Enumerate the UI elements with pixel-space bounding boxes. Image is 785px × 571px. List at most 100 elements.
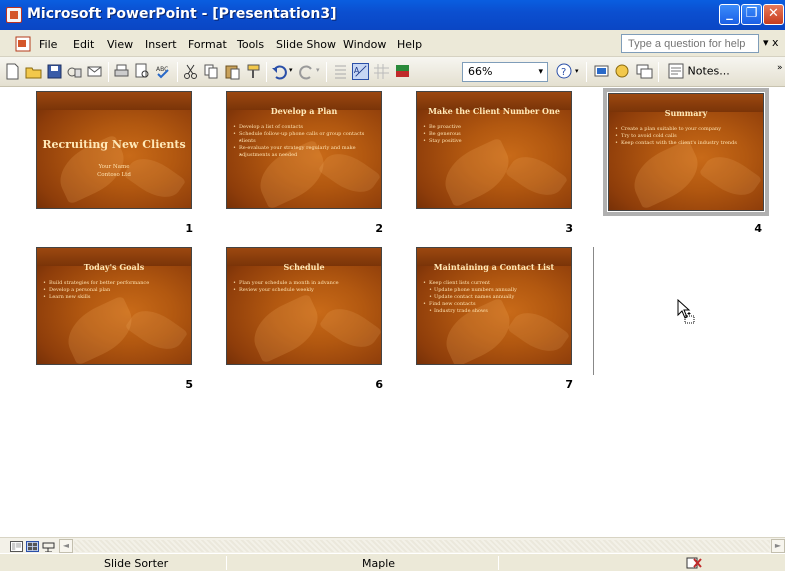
maximize-button[interactable]: ❐ — [741, 4, 762, 25]
slide-thumbnail[interactable]: Recruiting New Clients Your Name Contoso… — [36, 91, 192, 209]
menu-edit[interactable]: Edit — [73, 38, 94, 51]
slide-thumbnail[interactable]: Develop a Plan Develop a list of contact… — [226, 91, 382, 209]
color-grayscale-icon[interactable] — [394, 63, 411, 80]
horizontal-scrollbar[interactable]: ◄ ► — [0, 537, 785, 553]
slide-thumbnail[interactable]: Make the Client Number One Be proactive … — [416, 91, 572, 209]
slide-subtitle: Contoso Ltd — [97, 172, 131, 178]
bullet: Be generous — [423, 131, 567, 138]
menu-view[interactable]: View — [107, 38, 133, 51]
undo-icon[interactable] — [271, 63, 288, 80]
menu-bar: File Edit View Insert Format Tools Slide… — [0, 30, 785, 57]
slide-title: Make the Client Number One — [428, 106, 560, 116]
copy-icon[interactable] — [203, 63, 220, 80]
slide-bullets: Be proactive Be generous Stay positive — [423, 124, 567, 145]
bullet: Develop a personal plan — [43, 287, 187, 294]
email-icon[interactable] — [86, 63, 103, 80]
slide-bullets: Keep client lists current Update phone n… — [423, 280, 567, 315]
spelling-icon[interactable]: ABC — [155, 63, 172, 80]
slide-thumbnail[interactable]: Maintaining a Contact List Keep client l… — [416, 247, 572, 365]
menu-help[interactable]: Help — [397, 38, 422, 51]
menu-file[interactable]: File — [39, 38, 57, 51]
open-icon[interactable] — [25, 63, 42, 80]
slide-bullets: Create a plan suitable to your company T… — [615, 126, 759, 147]
paste-icon[interactable] — [224, 63, 241, 80]
bullet: Keep contact with the client's industry … — [615, 140, 759, 147]
scroll-left-button[interactable]: ◄ — [59, 539, 73, 553]
slide-bullets: Plan your schedule a month in advance Re… — [233, 280, 377, 294]
slide-sorter-view-icon[interactable] — [26, 541, 39, 552]
scroll-track[interactable] — [74, 540, 770, 552]
status-design: Maple — [362, 557, 396, 570]
bullet: Review your schedule weekly — [233, 287, 377, 294]
powerpoint-app-icon[interactable] — [6, 7, 22, 23]
new-icon[interactable] — [4, 63, 21, 80]
slide-title: Summary — [664, 108, 708, 118]
print-preview-icon[interactable] — [134, 63, 151, 80]
scroll-right-button[interactable]: ► — [771, 539, 785, 553]
status-view: Slide Sorter — [104, 557, 169, 570]
slide-bullets: Develop a list of contacts Schedule foll… — [233, 124, 377, 159]
close-button[interactable]: ✕ — [763, 4, 784, 25]
help-dropdown-icon[interactable]: ▾ — [575, 67, 592, 84]
bullet: Plan your schedule a month in advance — [233, 280, 377, 287]
slide-thumbnail[interactable]: Today's Goals Build strategies for bette… — [36, 247, 192, 365]
slide-design-icon[interactable] — [614, 63, 631, 80]
bullet: Update phone numbers annually — [423, 287, 567, 294]
slide-number: 4 — [754, 222, 762, 235]
bullet: Create a plan suitable to your company — [615, 126, 759, 133]
minimize-button[interactable]: _ — [719, 4, 740, 25]
bullet: Update contact names annually — [423, 294, 567, 301]
slide-title: Maintaining a Contact List — [433, 262, 555, 272]
close-document-button[interactable]: ▾ x — [763, 36, 779, 49]
menu-format[interactable]: Format — [188, 38, 227, 51]
menu-tools[interactable]: Tools — [237, 38, 264, 51]
bullet: Schedule follow-up phone calls or group … — [233, 131, 377, 138]
toolbar-options-icon[interactable]: » — [777, 63, 783, 73]
print-icon[interactable] — [113, 63, 130, 80]
bullet: Find new contacts — [423, 301, 567, 308]
slide-thumbnail-selected[interactable]: Summary Create a plan suitable to your c… — [608, 93, 764, 211]
slide-title: Today's Goals — [83, 262, 145, 272]
zoom-select[interactable]: 66% ▾ — [462, 62, 548, 82]
drag-cursor-icon — [677, 299, 695, 324]
bullet: Keep client lists current — [423, 280, 567, 287]
notes-label: Notes... — [687, 64, 730, 78]
redo-icon[interactable] — [298, 63, 315, 80]
slide-show-view-icon[interactable] — [42, 541, 55, 552]
permission-icon[interactable] — [66, 63, 83, 80]
slide-sorter-pane[interactable]: Recruiting New Clients Your Name Contoso… — [0, 87, 785, 537]
document-icon[interactable] — [15, 36, 31, 52]
cut-icon[interactable] — [182, 63, 199, 80]
spelling-status-icon[interactable] — [686, 557, 702, 569]
slide-bullets: Build strategies for better performance … — [43, 280, 187, 301]
format-painter-icon[interactable] — [245, 63, 262, 80]
menu-slide-show[interactable]: Slide Show — [276, 38, 336, 51]
slide-thumbnail[interactable]: Schedule Plan your schedule a month in a… — [226, 247, 382, 365]
title-bar: Microsoft PowerPoint - [Presentation3] _… — [0, 0, 785, 30]
show-formatting-icon[interactable]: A — [352, 63, 369, 80]
help-icon[interactable]: ? — [556, 63, 573, 80]
status-bar: Slide Sorter Maple — [0, 553, 785, 571]
bullet: Develop a list of contacts — [233, 124, 377, 131]
bullet: Build strategies for better performance — [43, 280, 187, 287]
redo-dropdown-icon[interactable]: ▾ — [316, 66, 333, 83]
bullet: clients — [233, 138, 377, 145]
grid-icon[interactable] — [373, 63, 390, 80]
help-search-input[interactable] — [621, 34, 759, 53]
normal-view-icon[interactable] — [10, 541, 23, 552]
powerpoint-window: { "window": {"title": "Microsoft PowerPo… — [0, 0, 785, 571]
slide-number: 6 — [375, 378, 383, 391]
new-slide-icon[interactable] — [636, 63, 653, 80]
slide-show-icon[interactable] — [593, 63, 610, 80]
menu-insert[interactable]: Insert — [145, 38, 177, 51]
insertion-marker — [593, 247, 594, 375]
slide-number: 7 — [565, 378, 573, 391]
zoom-value: 66% — [468, 65, 493, 78]
notes-button[interactable]: Notes... — [668, 63, 730, 79]
bullet: Be proactive — [423, 124, 567, 131]
save-icon[interactable] — [46, 63, 63, 80]
slide-number: 3 — [565, 222, 573, 235]
menu-window[interactable]: Window — [343, 38, 386, 51]
expand-all-icon[interactable] — [332, 63, 349, 80]
bullet: Learn new skills — [43, 294, 187, 301]
